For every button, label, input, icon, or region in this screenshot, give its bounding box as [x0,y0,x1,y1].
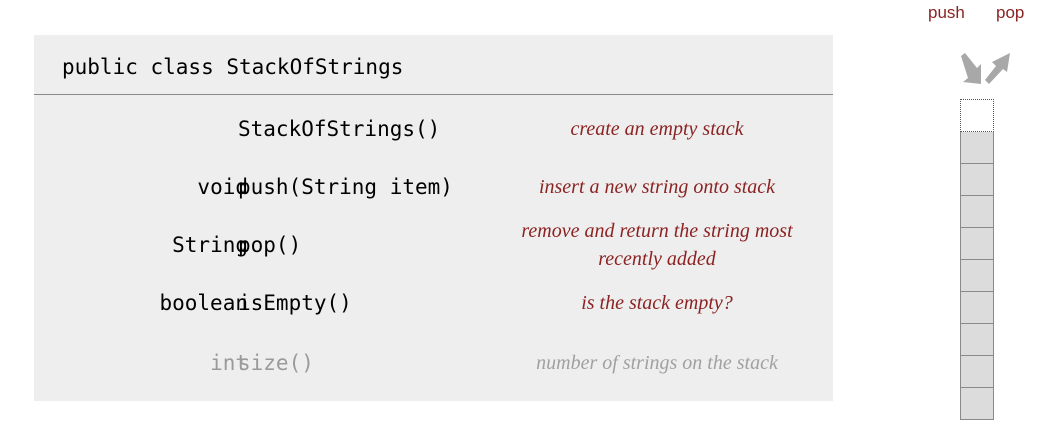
stack-slot [960,260,994,292]
stack-slot [960,388,994,420]
header-divider [34,94,833,95]
api-row-isempty: boolean isEmpty() is the stack empty? [34,273,833,333]
method-description: is the stack empty? [581,292,733,314]
return-type: String [172,233,248,257]
method-description: insert a new string onto stack [538,176,776,198]
pop-arrow-icon [985,53,1010,84]
stack-diagram [960,99,994,420]
method-description: create an empty stack [570,118,744,140]
stack-slot [960,228,994,260]
api-row-constructor: StackOfStrings() create an empty stack [34,99,833,159]
pop-label: pop [996,3,1025,22]
method-signature: isEmpty() [238,291,352,315]
api-row-size: int size() number of strings on the stac… [34,333,833,393]
class-declaration: public class StackOfStrings [62,55,404,79]
push-pop-arrows [961,53,1010,84]
method-description: remove and return the string most recent… [521,220,793,270]
method-signature: push(String item) [238,175,453,199]
method-description: number of strings on the stack [536,352,778,374]
method-signature: StackOfStrings() [238,117,441,141]
stack-slot [960,292,994,324]
api-panel: public class StackOfStrings StackOfStrin… [34,35,833,401]
method-signature: pop() [238,233,302,257]
stack-slot [960,196,994,228]
api-row-push: void push(String item) insert a new stri… [34,157,833,217]
push-label: push [928,3,965,22]
stack-slot [960,324,994,356]
return-type: boolean [159,291,248,315]
push-arrow-icon [961,53,981,84]
method-signature: size() [238,351,314,375]
stack-empty-slot [960,99,994,132]
api-row-pop: String pop() remove and return the strin… [34,215,833,275]
stack-slot [960,164,994,196]
stack-slot [960,356,994,388]
stack-slot [960,132,994,164]
